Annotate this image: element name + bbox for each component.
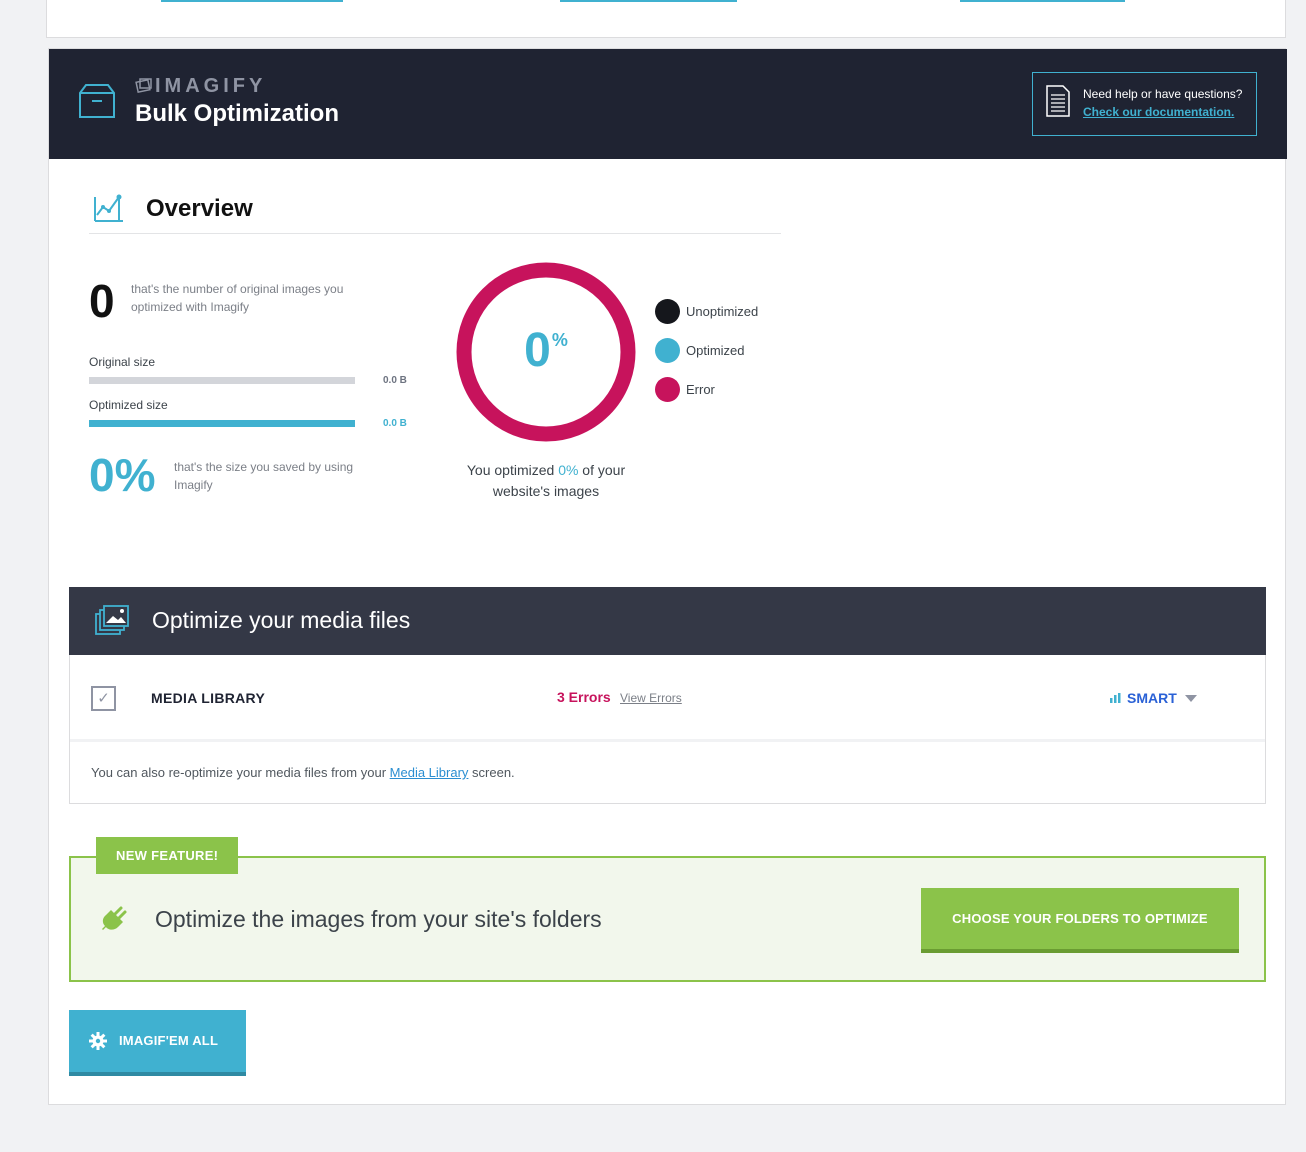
gear-icon [89,1032,107,1050]
new-feature-box: NEW FEATURE! Optimize the images from yo… [69,837,1266,982]
legend-dot [655,338,680,363]
optimization-level-select[interactable]: SMART [1127,690,1177,706]
imagify-all-button[interactable]: IMAGIF'EM ALL [69,1010,246,1076]
media-library-link[interactable]: Media Library [390,765,469,780]
donut-number: 0 [524,324,551,377]
caption-before: You optimized [466,462,559,478]
choose-folders-button[interactable]: CHOOSE YOUR FOLDERS TO OPTIMIZE [921,888,1239,953]
box-icon [79,84,115,118]
chevron-down-icon[interactable] [1185,695,1197,702]
legend-label: Error [686,382,715,397]
donut-value: 0% [455,323,637,378]
page-title: Bulk Optimization [135,100,339,127]
plug-icon [102,906,127,930]
optimized-size-label: Optimized size [89,398,168,412]
note-before: You can also re-optimize your media file… [91,765,390,780]
brand-name: IMAGIFY [155,75,267,97]
media-files-title: Optimize your media files [152,607,411,633]
images-icon [95,605,129,635]
caption-percentage: 0% [558,462,579,478]
imagify-all-label: IMAGIF'EM ALL [119,1033,219,1048]
page-header: IMAGIFY Bulk Optimization Need help or h… [49,49,1287,159]
chart-icon [94,194,123,222]
optimized-size-value: 0.0 B [383,418,407,429]
original-size-label: Original size [89,355,156,369]
original-size-value: 0.0 B [383,375,407,386]
media-files-header: Optimize your media files [69,587,1266,655]
legend-dot [655,377,680,402]
documentation-link[interactable]: Check our documentation. [1083,105,1234,119]
help-question: Need help or have questions? [1083,87,1243,101]
new-feature-badge: NEW FEATURE! [96,837,239,874]
media-library-label: MEDIA LIBRARY [151,690,266,706]
view-errors-link[interactable]: View Errors [620,691,682,705]
media-library-row: ✓ MEDIA LIBRARY 3 Errors View Errors SMA… [70,655,1265,742]
imagify-logo-icon [135,78,152,94]
note-after: screen. [468,765,515,780]
tab-underline [560,0,737,2]
document-icon [1046,85,1070,117]
help-box: Need help or have questions? Check our d… [1032,72,1257,136]
signal-bars-icon [1110,693,1121,703]
saved-description: that's the size you saved by using Imagi… [174,460,354,492]
tab-underline [960,0,1125,2]
optimized-count-description: that's the number of original images you… [131,282,344,314]
original-size-bar [89,377,355,384]
media-library-checkbox[interactable]: ✓ [91,686,116,711]
error-count: 3 Errors [557,689,611,705]
optimized-count: 0 [89,275,115,327]
legend-label: Optimized [686,343,745,358]
saved-percentage: 0% [89,449,156,501]
overview-title: Overview [146,195,253,222]
tab-underline [161,0,343,2]
previous-section-card [46,0,1286,38]
legend-dot [655,299,680,324]
legend-label: Unoptimized [686,304,759,319]
optimized-size-bar [89,420,355,427]
donut-unit: % [551,330,568,350]
divider [89,233,781,234]
media-note: You can also re-optimize your media file… [91,765,515,780]
media-files-body: ✓ MEDIA LIBRARY 3 Errors View Errors SMA… [69,655,1266,804]
feature-title: Optimize the images from your site's fol… [155,906,602,932]
donut-caption: You optimized 0% of your website's image… [445,460,647,502]
bulk-optimization-panel: IMAGIFY Bulk Optimization Need help or h… [48,48,1287,1105]
